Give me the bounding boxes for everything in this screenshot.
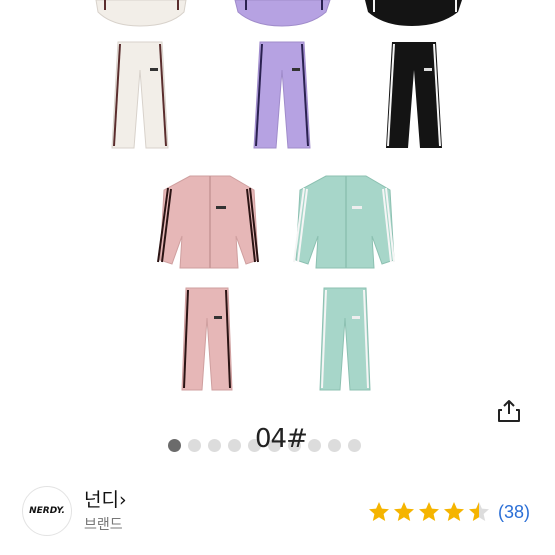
star-icon — [394, 502, 414, 521]
rating[interactable]: (38) — [367, 500, 530, 524]
pagination-dot[interactable] — [168, 439, 181, 452]
brand-logo[interactable]: NERDY. — [22, 486, 72, 536]
brand-row[interactable]: NERDY. 넌디› 브랜드 (38) — [0, 470, 555, 555]
rating-count-link[interactable]: (38) — [498, 502, 530, 523]
half-star-icon — [469, 502, 489, 521]
pagination-dot[interactable] — [188, 439, 201, 452]
brand-logo-text: NERDY. — [29, 506, 65, 516]
lavender-tracksuit — [234, 0, 331, 149]
star-icon — [444, 502, 464, 521]
brand-name-link[interactable]: 넌디› — [84, 485, 127, 512]
brand-subtitle: 브랜드 — [84, 517, 123, 533]
product-image-gallery[interactable] — [0, 0, 555, 410]
share-button[interactable] — [494, 396, 524, 426]
star-icon — [369, 502, 389, 521]
mint-tracksuit — [293, 175, 395, 391]
star-icon — [419, 502, 439, 521]
pagination-dot[interactable] — [348, 439, 361, 452]
pagination-dot[interactable] — [228, 439, 241, 452]
image-overlay-text: 04# — [255, 424, 308, 454]
pagination-dot[interactable] — [208, 439, 221, 452]
pink-tracksuit — [157, 175, 259, 391]
pagination-dot[interactable] — [328, 439, 341, 452]
share-icon — [498, 400, 520, 422]
chevron-right-icon: › — [118, 489, 127, 511]
product-image — [95, 0, 462, 391]
black-tracksuit — [365, 0, 462, 148]
pagination-dot[interactable] — [308, 439, 321, 452]
cream-tracksuit — [95, 0, 187, 149]
brand-name: 넌디 — [84, 489, 119, 511]
